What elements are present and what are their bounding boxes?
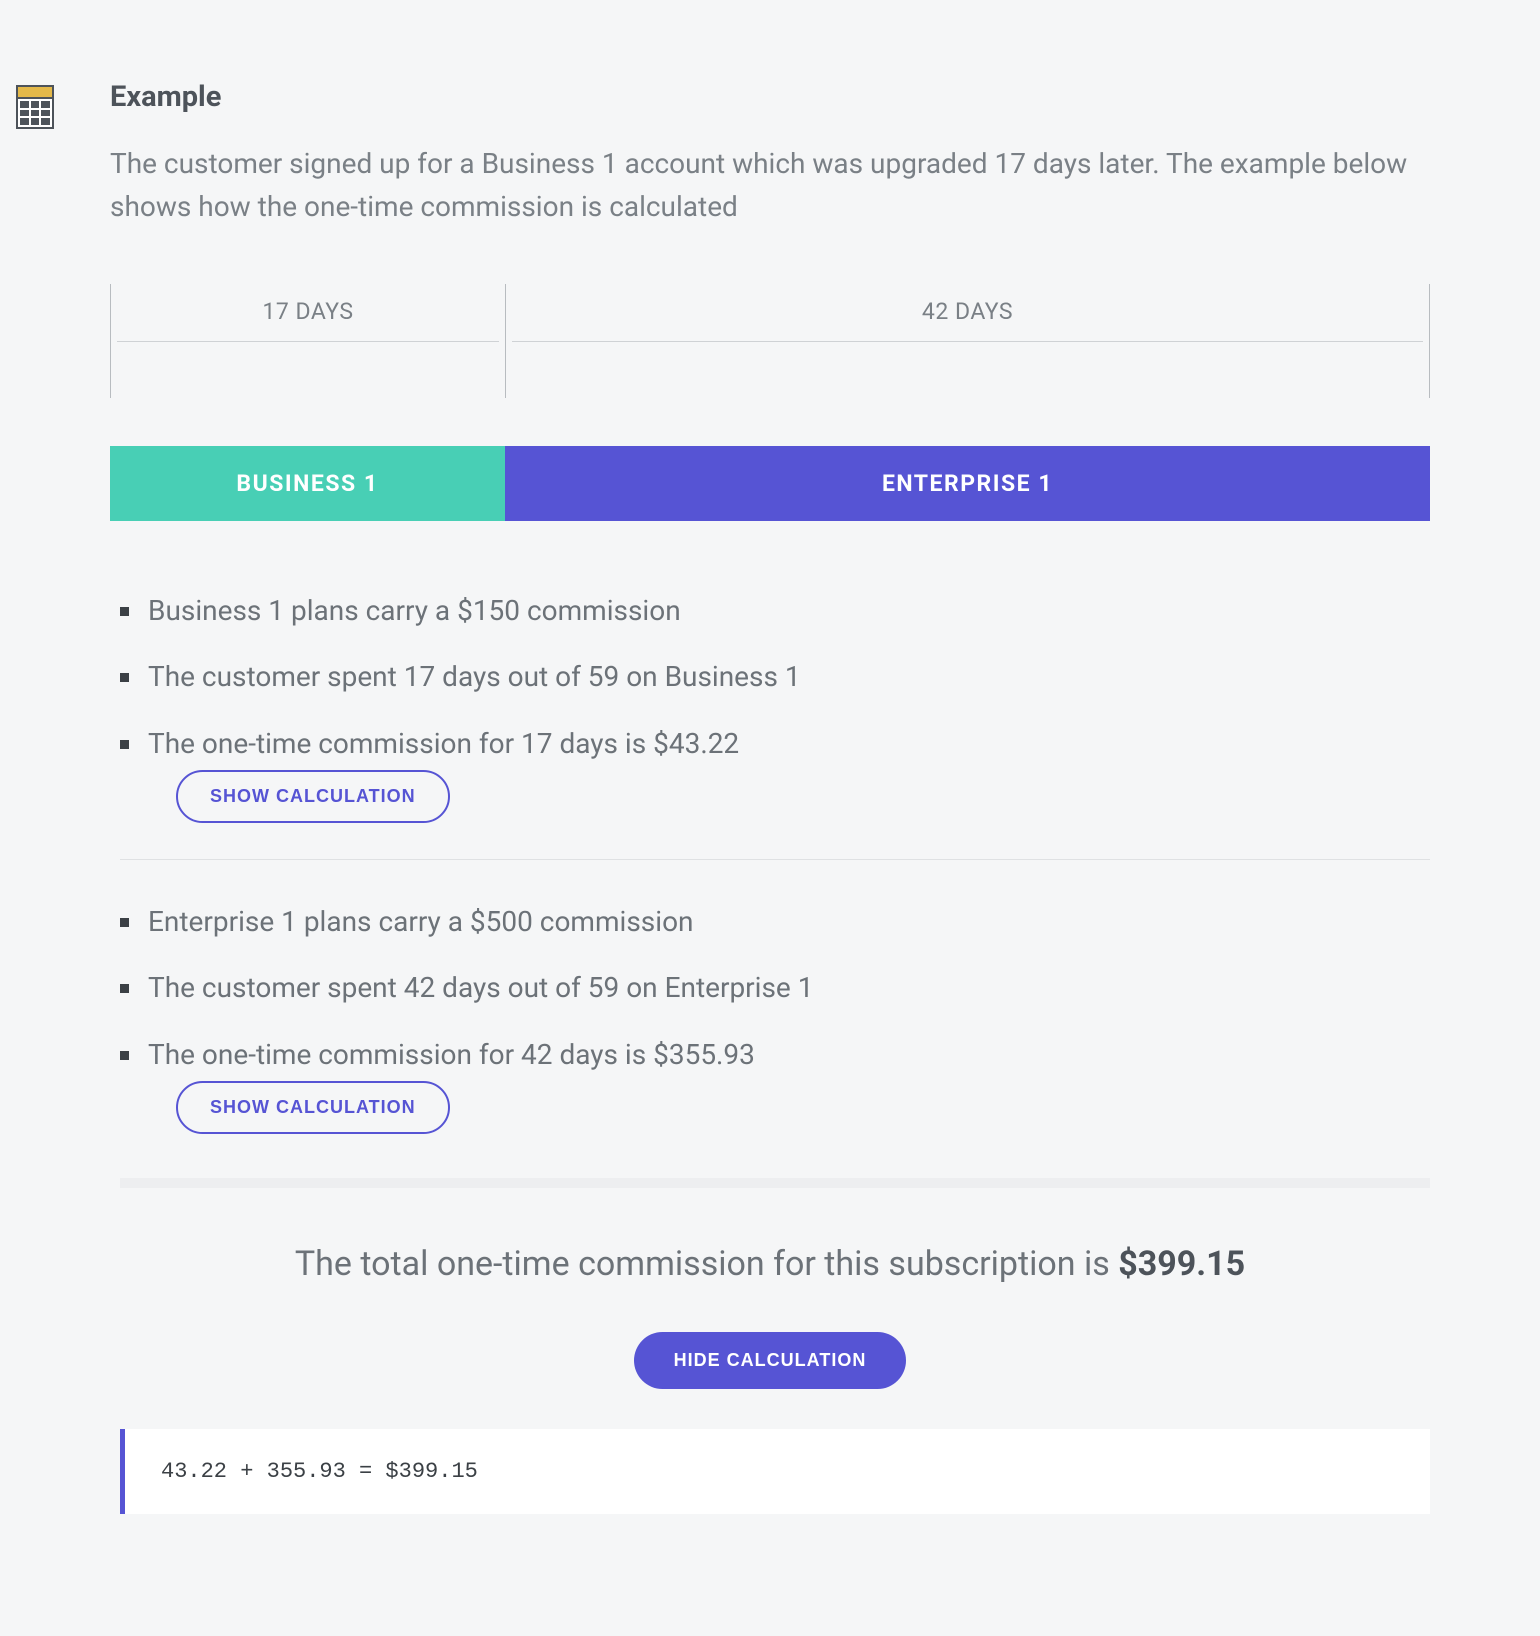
plan-bar: BUSINESS 1 ENTERPRISE 1: [110, 446, 1430, 521]
calculator-icon: [16, 85, 54, 129]
total-amount: $399.15: [1118, 1244, 1245, 1284]
enterprise-facts: Enterprise 1 plans carry a $500 commissi…: [120, 904, 1430, 1134]
calculation-box: 43.22 + 355.93 = $399.15: [120, 1429, 1430, 1514]
example-container: Example The customer signed up for a Bus…: [0, 0, 1540, 1634]
ent-fact-3: The one-time commission for 42 days is $…: [120, 1037, 1430, 1134]
timeline: 17 DAYS 42 DAYS: [110, 284, 1430, 398]
ent-fact-3-text: The one-time commission for 42 days is $…: [148, 1038, 755, 1071]
ent-fact-2: The customer spent 42 days out of 59 on …: [120, 970, 1430, 1006]
ent-fact-1: Enterprise 1 plans carry a $500 commissi…: [120, 904, 1430, 940]
hide-calculation-button[interactable]: HIDE CALCULATION: [634, 1332, 907, 1389]
show-calculation-business-button[interactable]: SHOW CALCULATION: [176, 770, 450, 823]
total-line: The total one-time commission for this s…: [110, 1244, 1430, 1284]
total-prefix: The total one-time commission for this s…: [295, 1244, 1118, 1284]
business-facts: Business 1 plans carry a $150 commission…: [120, 593, 1430, 823]
timeline-label-a: 17 DAYS: [117, 284, 499, 342]
timeline-seg-enterprise: 42 DAYS: [505, 284, 1430, 398]
divider: [120, 859, 1430, 860]
show-calculation-enterprise-button[interactable]: SHOW CALCULATION: [176, 1081, 450, 1134]
plan-bar-enterprise: ENTERPRISE 1: [505, 446, 1430, 521]
biz-fact-3-text: The one-time commission for 17 days is $…: [148, 727, 739, 760]
timeline-seg-business: 17 DAYS: [110, 284, 505, 398]
biz-fact-3: The one-time commission for 17 days is $…: [120, 726, 1430, 823]
timeline-label-b: 42 DAYS: [512, 284, 1423, 342]
example-intro: The customer signed up for a Business 1 …: [110, 142, 1430, 229]
example-title: Example: [110, 80, 1430, 114]
biz-fact-2: The customer spent 17 days out of 59 on …: [120, 659, 1430, 695]
biz-fact-1: Business 1 plans carry a $150 commission: [120, 593, 1430, 629]
plan-bar-business: BUSINESS 1: [110, 446, 505, 521]
thick-divider: [120, 1178, 1430, 1188]
